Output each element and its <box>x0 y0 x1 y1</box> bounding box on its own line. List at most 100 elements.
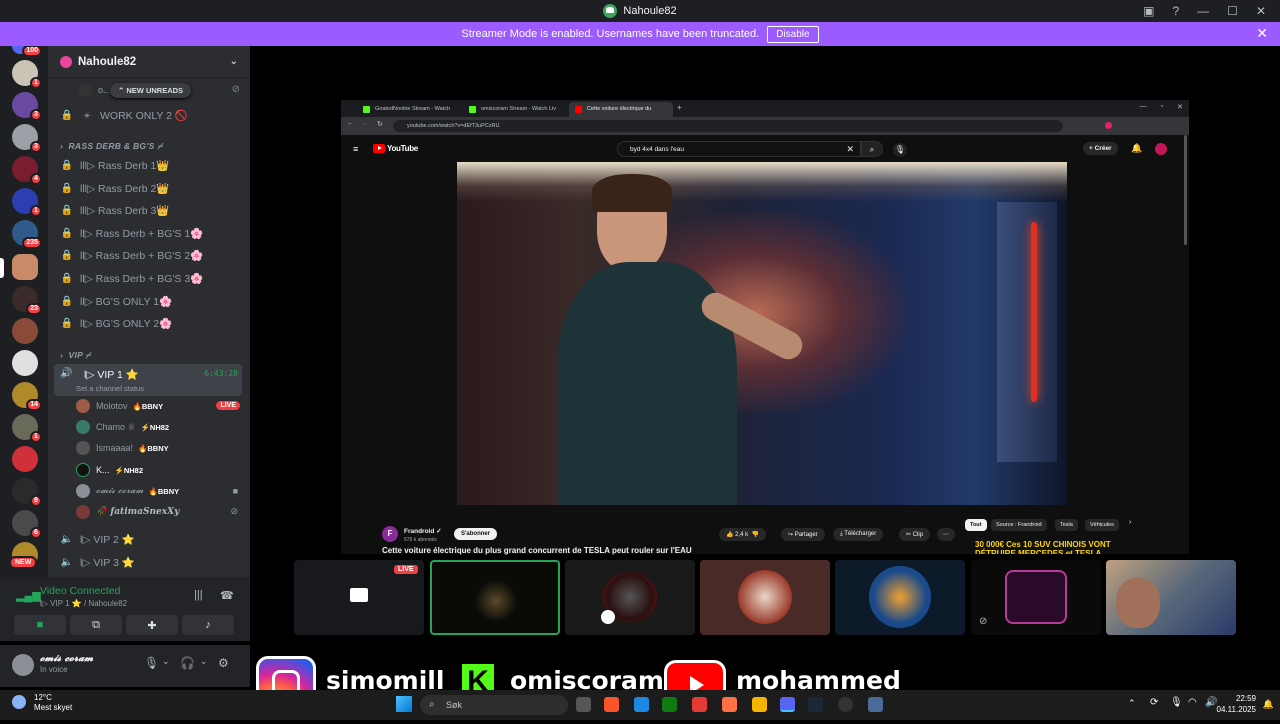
subscribe-button[interactable]: S'abonner <box>454 528 498 540</box>
chevron-down-icon[interactable]: ⌄ <box>230 56 238 67</box>
channel-item[interactable]: 🔒 ll▷ Rass Derb + BG'S 1🌸 <box>60 223 203 243</box>
create-button[interactable]: + Créer <box>1083 142 1118 155</box>
chevron-down-icon[interactable]: ⌄ <box>162 656 170 667</box>
recommended-video[interactable]: 30 000€ Ces 10 SUV CHINOIS VONT DÉTRUIRE… <box>975 540 1141 554</box>
close-icon[interactable]: ✕ <box>1256 25 1268 42</box>
camera-button[interactable]: ■ <box>14 615 66 635</box>
server-icon[interactable]: 9 <box>12 478 42 507</box>
download-button[interactable]: ⤓ Télécharger <box>833 528 884 541</box>
disconnect-icon[interactable]: ☎ <box>220 589 234 602</box>
server-icon[interactable] <box>12 318 38 344</box>
microphone-icon[interactable]: 🎙 <box>144 656 159 670</box>
youtube-logo[interactable]: YouTube <box>373 144 418 153</box>
new-tab-button[interactable]: + <box>677 103 682 112</box>
discord-icon[interactable] <box>780 697 795 712</box>
stream-tile[interactable] <box>835 560 965 635</box>
app-icon[interactable] <box>838 697 853 712</box>
close-window-button[interactable]: ✕ <box>1256 4 1266 18</box>
voice-user[interactable]: Chamo ♕ ⚡NH82 <box>76 417 169 437</box>
reload-icon[interactable]: ↻ <box>377 120 383 128</box>
stream-tile[interactable]: ⊘ <box>971 560 1101 635</box>
microphone-icon[interactable]: 🎙 <box>1170 697 1183 708</box>
voice-channel-path[interactable]: l▷ VIP 1 ⭐ / Nahoule82 <box>40 599 127 608</box>
headphones-icon[interactable]: 🎧 <box>180 656 195 670</box>
clear-icon[interactable]: ✕ <box>846 144 854 155</box>
category-vip[interactable]: › VIP ⌿ <box>60 350 91 361</box>
youtube-search-input[interactable]: byd 4x4 dans l'eau ✕ <box>617 141 861 157</box>
start-windows-icon[interactable] <box>396 696 412 712</box>
help-icon[interactable]: ? <box>1172 4 1179 18</box>
notifications-bell-icon[interactable]: 🔔 <box>1131 143 1142 154</box>
channel-name[interactable]: Frandroid ✓ <box>404 527 442 535</box>
like-button[interactable]: 👍 2,4 k 👎 <box>719 528 766 541</box>
user-name[interactable]: 𝓸𝓶𝓲𝓼 𝓬𝓸𝓻𝓪𝓶 <box>40 653 93 664</box>
tray-chevron-icon[interactable]: ⌃ <box>1128 698 1136 709</box>
channel-item[interactable]: 🔒 ll▷ Rass Derb + BG'S 2🌸 <box>60 245 203 265</box>
notification-icon[interactable]: 🔔 <box>1263 699 1274 710</box>
activities-button[interactable]: ✚ <box>126 615 178 635</box>
disable-button[interactable]: Disable <box>767 25 819 43</box>
screen-share-button[interactable]: ⧉ <box>70 615 122 635</box>
steam-icon[interactable] <box>808 697 823 712</box>
channel-work-only-2[interactable]: 🔒 ⚹ WORK ONLY 2 🚫 <box>60 105 188 125</box>
settings-icon[interactable] <box>868 697 883 712</box>
voice-channel-vip-1[interactable]: 🔊 l▷ VIP 1 ⭐ 6:43:28 Set a channel statu… <box>54 364 242 396</box>
voice-user[interactable]: 𝓸𝓶𝓲𝓼 𝓬𝓸𝓻𝓪𝓶 🔥BBNY <box>76 481 179 501</box>
minimize-button[interactable]: — <box>1197 4 1209 18</box>
more-options-icon[interactable]: ⋯ <box>937 528 955 541</box>
share-button[interactable]: ↪ Partager <box>781 528 825 541</box>
maximize-button[interactable]: ▫ <box>1161 103 1163 111</box>
address-field[interactable]: youtube.com/watch?v=dEfT3uPCzRU <box>393 120 1063 132</box>
channel-avatar[interactable]: F <box>382 526 398 542</box>
clock[interactable]: 22:59 04.11.2025 <box>1217 693 1256 715</box>
channel-item[interactable]: 🔒 lll▷ Rass Derb 3👑 <box>60 200 170 220</box>
weather-icon[interactable] <box>12 695 26 709</box>
weather-widget[interactable]: 12°C Mest skyet <box>34 693 72 713</box>
voice-user[interactable]: K... ⚡NH82 <box>76 460 143 480</box>
profile-icon[interactable] <box>1105 122 1112 129</box>
new-unreads-button[interactable]: ⌃ NEW UNREADS <box>110 83 192 98</box>
channel-item[interactable]: 🔒 lll▷ Rass Derb 1👑 <box>60 155 170 175</box>
chip-source[interactable]: Source : Frandroid <box>991 519 1047 531</box>
wifi-icon[interactable]: ◠ <box>1188 697 1197 708</box>
server-icon[interactable]: 1 <box>12 60 42 89</box>
channel-item[interactable]: 🔒 ll▷ BG'S ONLY 2🌸 <box>60 313 172 333</box>
inbox-icon[interactable]: ▣ <box>1143 4 1154 18</box>
noise-suppression-icon[interactable]: ||| <box>194 589 203 601</box>
server-icon[interactable] <box>12 446 38 472</box>
browser-tab[interactable]: GoatedNoobie Stream - Watch <box>357 102 461 117</box>
chip-all[interactable]: Tout <box>965 519 987 531</box>
file-explorer-icon[interactable] <box>752 697 767 712</box>
channel-item[interactable]: 🔒 ll▷ Rass Derb + BG'S 3🌸 <box>60 268 203 288</box>
server-header[interactable]: Nahoule82 ⌄ <box>48 46 250 78</box>
edge-icon[interactable] <box>634 697 649 712</box>
minimize-button[interactable]: — <box>1140 103 1147 111</box>
settings-gear-icon[interactable]: ⚙ <box>218 656 229 670</box>
server-icon[interactable]: 23 <box>12 286 42 315</box>
avatar[interactable] <box>12 654 34 676</box>
signal-icon[interactable]: ▂▄▆ <box>16 589 41 603</box>
stream-tile[interactable]: LIVE <box>294 560 424 635</box>
sync-icon[interactable]: ⟳ <box>1150 697 1158 708</box>
server-icon[interactable]: 3 <box>12 124 42 153</box>
chevron-right-icon[interactable]: › <box>1129 519 1131 526</box>
xbox-icon[interactable] <box>662 697 677 712</box>
back-icon[interactable]: ← <box>347 120 354 127</box>
maximize-button[interactable]: ☐ <box>1227 4 1238 18</box>
channel-status[interactable]: Set a channel status <box>76 384 144 393</box>
voice-user[interactable]: 🥀 𝒇𝒂𝒕𝒊𝒎𝒂𝑺𝒏𝒆𝒙𝑿𝒚 <box>76 502 179 522</box>
stream-tile[interactable] <box>565 560 695 635</box>
chip-vehicles[interactable]: Véhicules <box>1085 519 1119 531</box>
server-icon[interactable] <box>12 350 38 376</box>
voice-status[interactable]: Video Connected <box>40 585 120 597</box>
app-icon[interactable] <box>692 697 707 712</box>
menu-icon[interactable]: ≡ <box>353 144 358 154</box>
stream-tile-webcam[interactable] <box>1106 560 1236 635</box>
server-icon[interactable]: 4 <box>12 156 42 185</box>
chevron-down-icon[interactable]: ⌄ <box>200 656 208 667</box>
server-icon[interactable]: 235 <box>12 220 42 249</box>
voice-user[interactable]: Molotov 🔥BBNY <box>76 396 163 416</box>
task-view-icon[interactable] <box>576 697 591 712</box>
microphone-icon[interactable]: 🎙 <box>893 143 907 157</box>
channel-item[interactable]: 🔒 ll▷ BG'S ONLY 1🌸 <box>60 291 172 311</box>
